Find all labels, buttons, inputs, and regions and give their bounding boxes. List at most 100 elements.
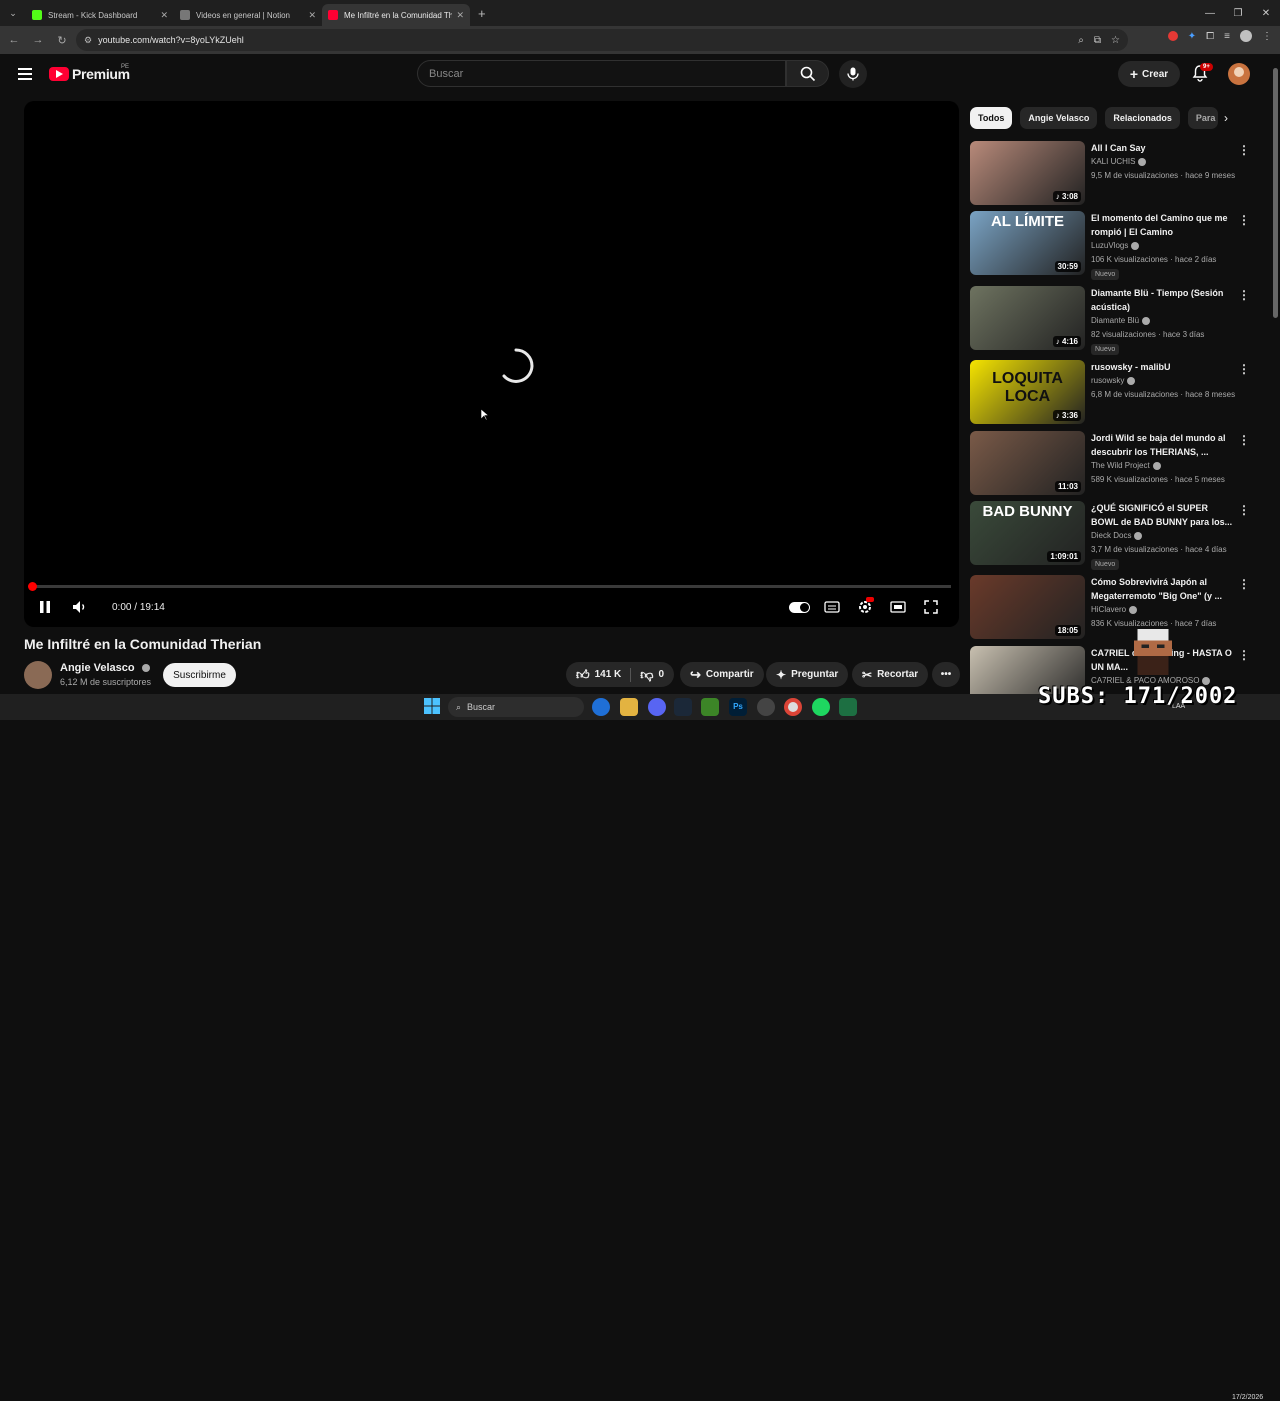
recommendation-title[interactable]: ¿QUÉ SIGNIFICÓ el SUPER BOWL de BAD BUNN… <box>1091 501 1233 529</box>
recommendation-item[interactable]: 11:03 Jordi Wild se baja del mundo al des… <box>970 431 1270 497</box>
extension-red-icon[interactable] <box>1167 31 1178 41</box>
create-button[interactable]: + Crear <box>1118 61 1180 87</box>
video-thumbnail[interactable]: AL LÍMITE 30:59 <box>970 211 1085 275</box>
browser-menu-icon[interactable]: ⋮ <box>1262 31 1272 42</box>
channel-name[interactable]: Angie Velasco <box>60 662 150 674</box>
more-vertical-icon[interactable]: ⋮ <box>1238 503 1250 517</box>
voice-search-button[interactable] <box>839 60 867 88</box>
like-count[interactable]: 141 K <box>595 669 622 680</box>
tab-search-button[interactable]: ⌄ <box>0 0 26 26</box>
profile-avatar-icon[interactable] <box>1240 30 1252 42</box>
channel-avatar[interactable] <box>24 661 52 689</box>
subscribe-button[interactable]: Suscribirme <box>163 663 236 687</box>
spotify-icon[interactable] <box>812 698 830 716</box>
chevron-right-icon[interactable]: › <box>1224 111 1228 125</box>
more-vertical-icon[interactable]: ⋮ <box>1238 213 1250 227</box>
chip-para[interactable]: Para <box>1187 107 1218 129</box>
tab-youtube[interactable]: Me Infiltré en la Comunidad Th ✕ <box>322 4 470 26</box>
site-info-icon[interactable]: ⚙ <box>84 35 92 46</box>
video-thumbnail[interactable]: 18:05 <box>970 575 1085 639</box>
recommendation-item[interactable]: AL LÍMITE 30:59 El momento del Camino que … <box>970 211 1270 280</box>
recommendation-item[interactable]: BAD BUNNY 1:09:01 ¿QUÉ SIGNIFICÓ el SUPER … <box>970 501 1270 570</box>
discord-icon[interactable] <box>648 698 666 716</box>
fullscreen-button[interactable] <box>924 597 938 617</box>
recommendation-title[interactable]: Diamante Blü - Tiempo (Sesión acústica) <box>1091 286 1233 314</box>
more-vertical-icon[interactable]: ⋮ <box>1238 648 1250 662</box>
tab-kick[interactable]: Stream - Kick Dashboard ✕ <box>26 4 174 26</box>
more-vertical-icon[interactable]: ⋮ <box>1238 577 1250 591</box>
system-clock[interactable]: 17/2/2026 <box>1232 1394 1263 1401</box>
maximize-icon[interactable]: ❐ <box>1224 0 1252 26</box>
zoom-icon[interactable]: ⌕ <box>1078 35 1084 46</box>
video-thumbnail[interactable]: BAD BUNNY 1:09:01 <box>970 501 1085 565</box>
more-vertical-icon[interactable]: ⋮ <box>1238 288 1250 302</box>
video-thumbnail[interactable]: LOQUITA LOCA ♪ 3:36 <box>970 360 1085 424</box>
file-explorer-icon[interactable] <box>620 698 638 716</box>
clip-button[interactable]: ✂ Recortar <box>852 662 929 687</box>
video-thumbnail[interactable]: ♪ 4:16 <box>970 286 1085 350</box>
account-avatar[interactable] <box>1228 63 1250 85</box>
close-tab-icon[interactable]: ✕ <box>160 10 168 21</box>
thumbs-down-icon[interactable]: 👎︎ <box>640 667 653 683</box>
recommendation-item[interactable]: ♪ 4:16 Diamante Blü - Tiempo (Sesión acús… <box>970 286 1270 355</box>
ask-button[interactable]: ✦ Preguntar <box>766 662 849 687</box>
close-tab-icon[interactable]: ✕ <box>308 10 316 21</box>
minimize-icon[interactable]: — <box>1196 0 1224 26</box>
pause-button[interactable] <box>38 597 52 617</box>
url-bar[interactable]: ⚙ youtube.com/watch?v=8yoLYkZUehl ⌕ ⧉ ☆ <box>76 29 1128 51</box>
chrome-icon[interactable] <box>784 698 802 716</box>
share-button[interactable]: ↪ Compartir <box>680 662 764 687</box>
photoshop-icon[interactable]: Ps <box>729 698 747 716</box>
taskbar-search[interactable]: ⌕ Buscar <box>448 697 584 717</box>
more-vertical-icon[interactable]: ⋮ <box>1238 433 1250 447</box>
recommendation-title[interactable]: Cómo Sobrevivirá Japón al Megaterremoto … <box>1091 575 1233 603</box>
close-window-icon[interactable]: ✕ <box>1252 0 1280 26</box>
obs-icon[interactable] <box>757 698 775 716</box>
close-tab-icon[interactable]: ✕ <box>456 10 464 21</box>
back-icon[interactable]: ← <box>2 28 26 52</box>
recommendation-item[interactable]: ♪ 3:08 All I Can Say KALI UCHIS 9,5 M de vi… <box>970 141 1270 207</box>
subtitles-button[interactable] <box>824 597 840 617</box>
extensions-puzzle-icon[interactable]: ⧠ <box>1206 31 1214 42</box>
install-icon[interactable]: ⧉ <box>1094 35 1101 46</box>
reload-icon[interactable]: ↻ <box>50 28 74 52</box>
menu-hamburger-icon[interactable] <box>18 68 32 80</box>
edge-icon[interactable] <box>592 698 610 716</box>
recommendation-title[interactable]: Jordi Wild se baja del mundo al descubri… <box>1091 431 1233 459</box>
recommendation-title[interactable]: All I Can Say <box>1091 141 1233 155</box>
search-button[interactable] <box>786 60 829 87</box>
excel-icon[interactable] <box>839 698 857 716</box>
steam-icon[interactable] <box>674 698 692 716</box>
more-vertical-icon[interactable]: ⋮ <box>1238 362 1250 376</box>
media-icon[interactable]: ≡ <box>1224 31 1230 42</box>
scrollbar-thumb[interactable] <box>1273 68 1278 318</box>
extension-blue-icon[interactable]: ✦ <box>1188 31 1196 42</box>
volume-button[interactable] <box>72 597 88 617</box>
recommendation-title[interactable]: rusowsky - malibU <box>1091 360 1233 374</box>
chip-channel[interactable]: Angie Velasco <box>1020 107 1098 129</box>
autoplay-toggle[interactable] <box>789 597 810 617</box>
chip-todos[interactable]: Todos <box>970 107 1013 129</box>
windows-start-icon[interactable] <box>424 698 442 716</box>
tab-notion[interactable]: Videos en general | Notion ✕ <box>174 4 322 26</box>
more-vertical-icon[interactable]: ⋮ <box>1238 143 1250 157</box>
page-scrollbar[interactable] <box>1271 54 1280 694</box>
recommendation-item[interactable]: LOQUITA LOCA ♪ 3:36 rusowsky - malibU rusow… <box>970 360 1270 426</box>
video-thumbnail[interactable]: ♪ 3:08 <box>970 141 1085 205</box>
search-input[interactable]: Buscar <box>417 60 786 87</box>
thumbs-up-icon[interactable]: 👍︎ <box>576 667 590 683</box>
progress-scrubber[interactable] <box>28 582 37 591</box>
video-thumbnail[interactable]: 11:03 <box>970 431 1085 495</box>
bookmark-star-icon[interactable]: ☆ <box>1111 35 1120 46</box>
video-player[interactable]: 0:00 / 19:14 <box>24 101 959 627</box>
new-tab-icon[interactable]: + <box>478 6 486 21</box>
miniplayer-button[interactable] <box>890 597 906 617</box>
youtube-logo[interactable]: Premium PE <box>49 64 130 82</box>
minecraft-icon[interactable] <box>701 698 719 716</box>
recommendation-title[interactable]: El momento del Camino que me rompió | El… <box>1091 211 1233 239</box>
recommendation-item[interactable]: 18:05 Cómo Sobrevivirá Japón al Megaterre… <box>970 575 1270 641</box>
progress-bar[interactable] <box>28 582 951 591</box>
settings-button[interactable] <box>857 597 874 617</box>
forward-icon[interactable]: → <box>26 28 50 52</box>
more-actions-button[interactable]: ••• <box>932 662 960 687</box>
